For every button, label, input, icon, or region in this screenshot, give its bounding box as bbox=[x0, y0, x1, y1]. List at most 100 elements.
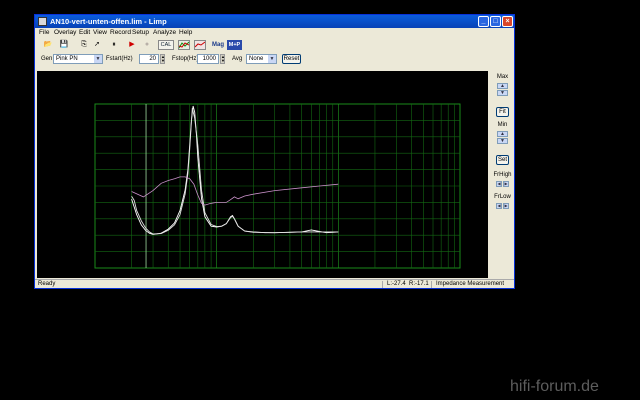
maximize-button[interactable]: □ bbox=[490, 16, 501, 27]
status-bar: Ready L:-27.4 R:-17.1 Impedance Measurem… bbox=[35, 279, 514, 289]
x-tick-label: 50 bbox=[176, 271, 184, 278]
fstop-label: Fstop(Hz) bbox=[172, 56, 199, 62]
fit-button[interactable]: Fit bbox=[496, 107, 509, 117]
app-icon bbox=[38, 17, 47, 26]
x-tick-label: 500 bbox=[296, 271, 307, 278]
y-tick-label: 12.0 bbox=[79, 216, 92, 223]
title-bar[interactable]: AN10-vert-unten-offen.lim - Limp _ □ × bbox=[35, 15, 514, 28]
side-letters: LIMP bbox=[464, 232, 469, 264]
impedance-plot[interactable]: 10 20 50 100 200 500 1k 2k 5k 10k 40.0 36.0 32.0 28.0… bbox=[37, 71, 488, 278]
y-tick-label: 8.0 bbox=[83, 232, 92, 239]
y-tick-label: 20.0 bbox=[79, 183, 92, 190]
x-tick-label: 2k bbox=[372, 271, 380, 278]
overlay-icon[interactable] bbox=[194, 40, 206, 50]
x-axis-label: Frequency(Hz) bbox=[414, 270, 457, 277]
settings-bar: Gen Pink PN ▼ Fstart(Hz) 20 ▲ ▼ Fstop(Hz)… bbox=[35, 53, 514, 67]
phase-tick-label: 90.0 bbox=[463, 101, 476, 108]
open-folder-icon[interactable]: 📂 bbox=[43, 40, 53, 50]
y-tick-label: 40.0 bbox=[79, 101, 92, 108]
fstop-stepper[interactable]: ▲ ▼ bbox=[220, 54, 225, 64]
toolbar: 📂 💾 ⎘ ➚ ⏸ ▶ ● CAL Mag M+P bbox=[35, 39, 514, 52]
close-button[interactable]: × bbox=[502, 16, 513, 27]
frhigh-right-button[interactable]: ▶ bbox=[503, 181, 509, 187]
menu-help[interactable]: Help bbox=[179, 28, 192, 38]
fstart-field[interactable]: 20 bbox=[139, 54, 159, 64]
watermark: hifi-forum.de bbox=[510, 378, 599, 395]
status-l-value: L:-27.4 bbox=[387, 281, 406, 287]
graph-icon[interactable] bbox=[178, 40, 190, 50]
y-tick-label: 16.0 bbox=[79, 200, 92, 207]
side-letter: P bbox=[464, 257, 468, 264]
frlow-left-button[interactable]: ◀ bbox=[496, 203, 502, 209]
frlow-label: FrLow bbox=[494, 194, 511, 200]
phase-axis-label: Phase (°) bbox=[430, 81, 457, 89]
impedance-chart: 10 20 50 100 200 500 1k 2k 5k 10k40.036.032.028.0… bbox=[67, 81, 483, 278]
frhigh-label: FrHigh bbox=[493, 172, 512, 178]
avg-value: None bbox=[249, 56, 264, 62]
x-tick-label: 1k bbox=[335, 271, 343, 278]
status-separator bbox=[382, 281, 383, 288]
side-letter: I bbox=[464, 240, 466, 247]
phase-tick-label: -90.0 bbox=[463, 265, 478, 272]
x-tick-label: 200 bbox=[248, 271, 259, 278]
menu-edit[interactable]: Edit bbox=[79, 28, 90, 38]
reset-button[interactable]: Reset bbox=[282, 54, 301, 64]
y-tick-label: 36.0 bbox=[79, 118, 92, 125]
y-tick-label: 24.0 bbox=[79, 167, 92, 174]
cursor-readout: Cursor: 26.27 Hz, 7.74 Ohm, 3.5 deg bbox=[67, 270, 174, 277]
y-tick-label: 4.0 bbox=[83, 249, 92, 256]
phase-tick-label: -45.0 bbox=[463, 224, 478, 231]
sidebar: Max ▲ ▼ Fit Min ▲ ▼ Set FrHigh ◀ ▶ FrLow… bbox=[491, 71, 514, 278]
status-ready: Ready bbox=[38, 281, 56, 287]
status-r-value: R:-17.1 bbox=[409, 281, 429, 287]
set-button[interactable]: Set bbox=[496, 155, 509, 165]
chevron-down-icon: ▼ bbox=[94, 55, 102, 63]
menu-view[interactable]: View bbox=[93, 28, 107, 38]
fstop-field[interactable]: 1000 bbox=[197, 54, 219, 64]
grid bbox=[94, 103, 461, 269]
phase-tick-label: 45.0 bbox=[463, 142, 476, 149]
status-separator bbox=[431, 281, 432, 288]
copy-icon[interactable]: ⎘ bbox=[79, 40, 89, 50]
min-down-button[interactable]: ▼ bbox=[497, 138, 508, 144]
avg-readout: Avg:0.0 bbox=[461, 188, 483, 195]
mag-phase-button[interactable]: M+P bbox=[227, 40, 242, 50]
y-tick-label: 32.0 bbox=[79, 134, 92, 141]
frhigh-left-button[interactable]: ◀ bbox=[496, 181, 502, 187]
pause-icon[interactable]: ⏸ bbox=[109, 40, 119, 50]
min-label: Min bbox=[497, 122, 508, 128]
x-tick-label: 100 bbox=[211, 271, 222, 278]
minimize-button[interactable]: _ bbox=[478, 16, 489, 27]
max-down-button[interactable]: ▼ bbox=[497, 90, 508, 96]
chart-title: Impedance bbox=[250, 82, 283, 89]
menu-record[interactable]: Record bbox=[110, 28, 131, 38]
y-tick-label: 28.0 bbox=[79, 150, 92, 157]
max-label: Max bbox=[496, 74, 509, 80]
y-axis-label: Magnitude(ohms) bbox=[68, 82, 119, 89]
menu-setup[interactable]: Setup bbox=[132, 28, 149, 38]
avg-select[interactable]: None ▼ bbox=[246, 54, 277, 64]
save-icon[interactable]: 💾 bbox=[59, 40, 69, 50]
fstart-label: Fstart(Hz) bbox=[106, 56, 133, 62]
menu-bar: File Overlay Edit View Record Setup Anal… bbox=[35, 28, 514, 38]
mag-button[interactable]: Mag bbox=[211, 40, 225, 50]
generator-value: Pink PN bbox=[56, 56, 78, 62]
chevron-down-icon: ▼ bbox=[268, 55, 276, 63]
menu-overlay[interactable]: Overlay bbox=[54, 28, 76, 38]
window-title: AN10-vert-unten-offen.lim - Limp bbox=[50, 17, 167, 26]
max-up-button[interactable]: ▲ bbox=[497, 83, 508, 89]
generator-select[interactable]: Pink PN ▼ bbox=[53, 54, 103, 64]
gen-label: Gen bbox=[41, 56, 53, 62]
menu-analyze[interactable]: Analyze bbox=[153, 28, 176, 38]
side-letter: L bbox=[464, 232, 468, 239]
record-icon[interactable]: ● bbox=[142, 40, 152, 50]
fstart-stepper[interactable]: ▲ ▼ bbox=[160, 54, 165, 64]
menu-file[interactable]: File bbox=[39, 28, 49, 38]
min-up-button[interactable]: ▲ bbox=[497, 131, 508, 137]
play-icon[interactable]: ▶ bbox=[127, 40, 137, 50]
cal-button[interactable]: CAL bbox=[158, 40, 174, 50]
app-window: AN10-vert-unten-offen.lim - Limp _ □ × F… bbox=[34, 14, 515, 289]
status-mode: Impedance Measurement bbox=[436, 281, 505, 287]
cursor-icon[interactable]: ➚ bbox=[92, 40, 102, 50]
frlow-right-button[interactable]: ▶ bbox=[503, 203, 509, 209]
